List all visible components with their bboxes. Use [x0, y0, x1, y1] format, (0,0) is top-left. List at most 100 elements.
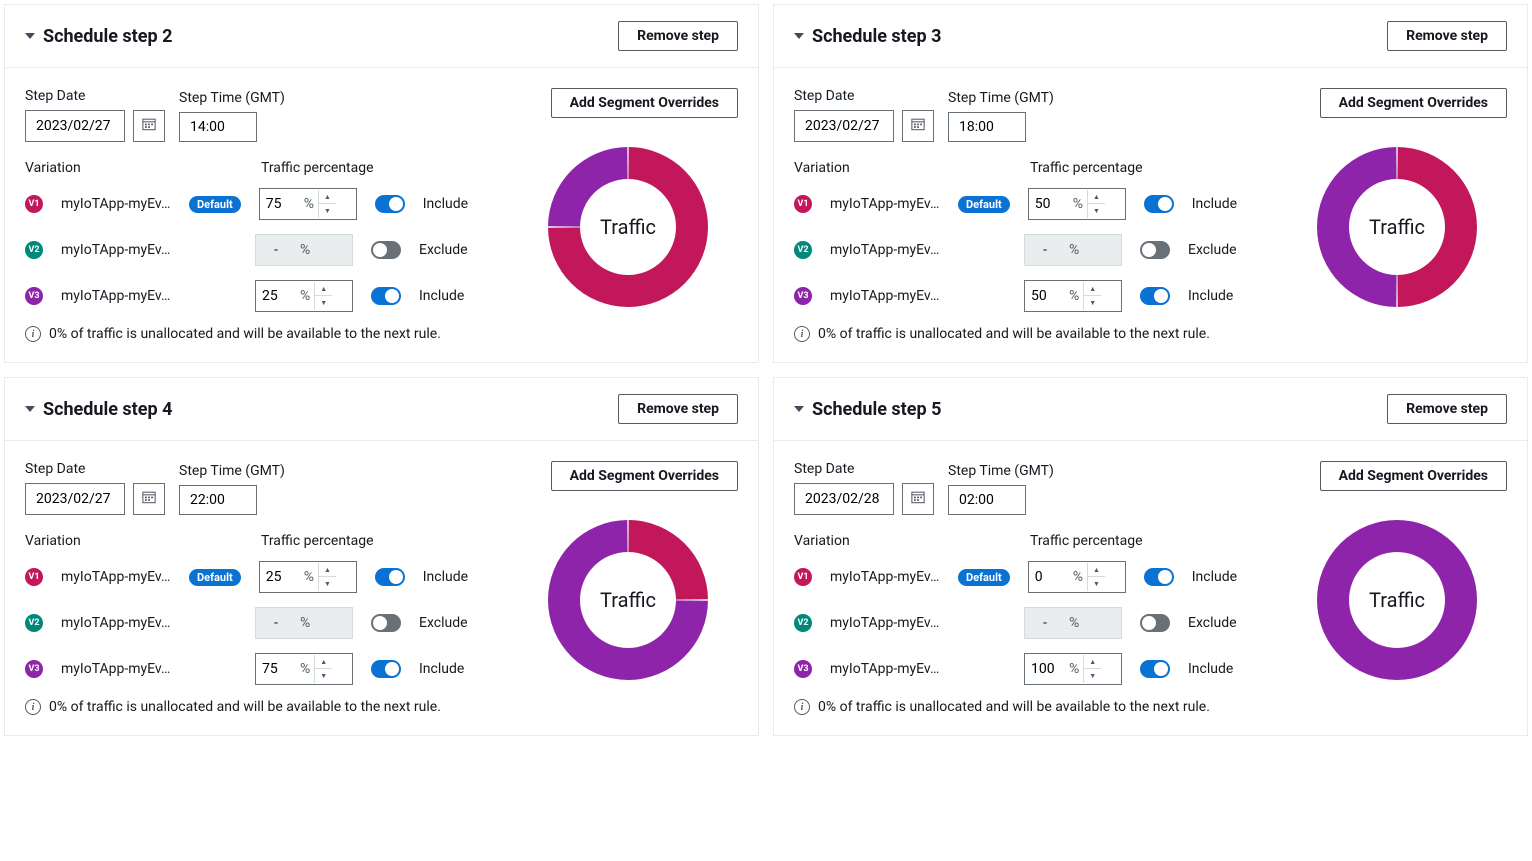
traffic-pct-input[interactable]: %▲▼ [1028, 188, 1126, 220]
card-title-toggle[interactable]: Schedule step 3 [794, 26, 941, 47]
include-toggle[interactable] [375, 195, 405, 213]
stepper-up-icon[interactable]: ▲ [319, 563, 336, 577]
remove-step-button[interactable]: Remove step [1387, 21, 1507, 51]
step-time-label: Step Time (GMT) [179, 463, 285, 479]
include-toggle[interactable] [1140, 614, 1170, 632]
calendar-button[interactable] [133, 110, 165, 142]
pct-value-input[interactable] [1029, 565, 1069, 589]
add-segment-overrides-button[interactable]: Add Segment Overrides [1320, 88, 1507, 118]
traffic-pct-input[interactable]: %▲▼ [1024, 653, 1122, 685]
variation-name: myIoTApp-myEv… [61, 288, 171, 304]
info-text: 0% of traffic is unallocated and will be… [49, 326, 441, 342]
pct-stepper[interactable]: ▲▼ [1087, 563, 1105, 591]
include-toggle[interactable] [371, 241, 401, 259]
pct-value-input[interactable] [256, 657, 296, 681]
traffic-pct-input-disabled: -% [1024, 607, 1122, 639]
include-toggle[interactable] [1140, 287, 1170, 305]
toggle-label: Exclude [419, 242, 468, 258]
stepper-up-icon[interactable]: ▲ [315, 655, 332, 669]
include-toggle[interactable] [371, 660, 401, 678]
variation-badge: V1 [794, 568, 812, 586]
pct-value-input[interactable] [260, 192, 300, 216]
info-text: 0% of traffic is unallocated and will be… [818, 326, 1210, 342]
pct-value-input[interactable] [1025, 657, 1065, 681]
step-time-input[interactable] [179, 485, 257, 515]
traffic-donut-chart: Traffic [533, 132, 723, 322]
stepper-down-icon[interactable]: ▼ [1088, 204, 1105, 218]
remove-step-button[interactable]: Remove step [1387, 394, 1507, 424]
step-title: Schedule step 3 [812, 26, 941, 47]
calendar-button[interactable] [902, 110, 934, 142]
traffic-pct-input[interactable]: %▲▼ [1024, 280, 1122, 312]
pct-stepper[interactable]: ▲▼ [314, 655, 332, 683]
step-time-input[interactable] [948, 485, 1026, 515]
pct-stepper[interactable]: ▲▼ [1087, 190, 1105, 218]
stepper-up-icon[interactable]: ▲ [1084, 655, 1101, 669]
add-segment-overrides-button[interactable]: Add Segment Overrides [551, 88, 738, 118]
step-time-input[interactable] [948, 112, 1026, 142]
variation-name: myIoTApp-myEv… [830, 615, 940, 631]
pct-stepper[interactable]: ▲▼ [318, 563, 336, 591]
remove-step-button[interactable]: Remove step [618, 394, 738, 424]
pct-value-input[interactable] [1025, 284, 1065, 308]
stepper-down-icon[interactable]: ▼ [1084, 669, 1101, 683]
pct-stepper[interactable]: ▲▼ [1083, 282, 1101, 310]
caret-down-icon [25, 406, 35, 412]
traffic-pct-input[interactable]: %▲▼ [255, 653, 353, 685]
variation-badge: V2 [794, 241, 812, 259]
traffic-pct-input[interactable]: %▲▼ [259, 561, 357, 593]
stepper-down-icon[interactable]: ▼ [319, 577, 336, 591]
remove-step-button[interactable]: Remove step [618, 21, 738, 51]
stepper-down-icon[interactable]: ▼ [315, 669, 332, 683]
info-row: i 0% of traffic is unallocated and will … [25, 699, 498, 715]
step-time-input[interactable] [179, 112, 257, 142]
stepper-up-icon[interactable]: ▲ [1088, 190, 1105, 204]
card-title-toggle[interactable]: Schedule step 4 [25, 399, 172, 420]
pct-value-input[interactable] [1029, 192, 1069, 216]
stepper-up-icon[interactable]: ▲ [315, 282, 332, 296]
stepper-down-icon[interactable]: ▼ [1088, 577, 1105, 591]
card-title-toggle[interactable]: Schedule step 5 [794, 399, 941, 420]
pct-value-input[interactable] [260, 565, 300, 589]
variation-name: myIoTApp-myEv… [61, 196, 171, 212]
toggle-label: Include [1192, 196, 1237, 212]
add-segment-overrides-button[interactable]: Add Segment Overrides [551, 461, 738, 491]
include-toggle[interactable] [1144, 195, 1174, 213]
pct-stepper[interactable]: ▲▼ [318, 190, 336, 218]
add-segment-overrides-button[interactable]: Add Segment Overrides [1320, 461, 1507, 491]
pct-symbol: % [1069, 196, 1087, 212]
stepper-down-icon[interactable]: ▼ [1084, 296, 1101, 310]
step-date-input[interactable] [25, 110, 125, 142]
card-body: Step Date Step Time (GMT) Variation Traf… [774, 68, 1527, 362]
pct-value-input[interactable] [256, 284, 296, 308]
calendar-button[interactable] [133, 483, 165, 515]
calendar-button[interactable] [902, 483, 934, 515]
step-date-input[interactable] [25, 483, 125, 515]
pct-dash: - [256, 611, 296, 635]
traffic-pct-input[interactable]: %▲▼ [1028, 561, 1126, 593]
include-toggle[interactable] [371, 614, 401, 632]
stepper-down-icon[interactable]: ▼ [319, 204, 336, 218]
include-toggle[interactable] [375, 568, 405, 586]
stepper-up-icon[interactable]: ▲ [1088, 563, 1105, 577]
variation-row: V1 myIoTApp-myEv… Default %▲▼ Include [794, 561, 1267, 593]
traffic-pct-input[interactable]: %▲▼ [255, 280, 353, 312]
include-toggle[interactable] [371, 287, 401, 305]
stepper-up-icon[interactable]: ▲ [1084, 282, 1101, 296]
stepper-down-icon[interactable]: ▼ [315, 296, 332, 310]
variation-row: V2 myIoTApp-myEv… -% Exclude [794, 234, 1267, 266]
step-date-input[interactable] [794, 483, 894, 515]
pct-stepper[interactable]: ▲▼ [1083, 655, 1101, 683]
caret-down-icon [25, 33, 35, 39]
toggle-label: Include [423, 569, 468, 585]
include-toggle[interactable] [1140, 660, 1170, 678]
include-toggle[interactable] [1140, 241, 1170, 259]
variation-badge: V1 [25, 195, 43, 213]
step-date-input[interactable] [794, 110, 894, 142]
include-toggle[interactable] [1144, 568, 1174, 586]
pct-dash: - [256, 238, 296, 262]
stepper-up-icon[interactable]: ▲ [319, 190, 336, 204]
pct-stepper[interactable]: ▲▼ [314, 282, 332, 310]
traffic-pct-input[interactable]: %▲▼ [259, 188, 357, 220]
card-title-toggle[interactable]: Schedule step 2 [25, 26, 172, 47]
